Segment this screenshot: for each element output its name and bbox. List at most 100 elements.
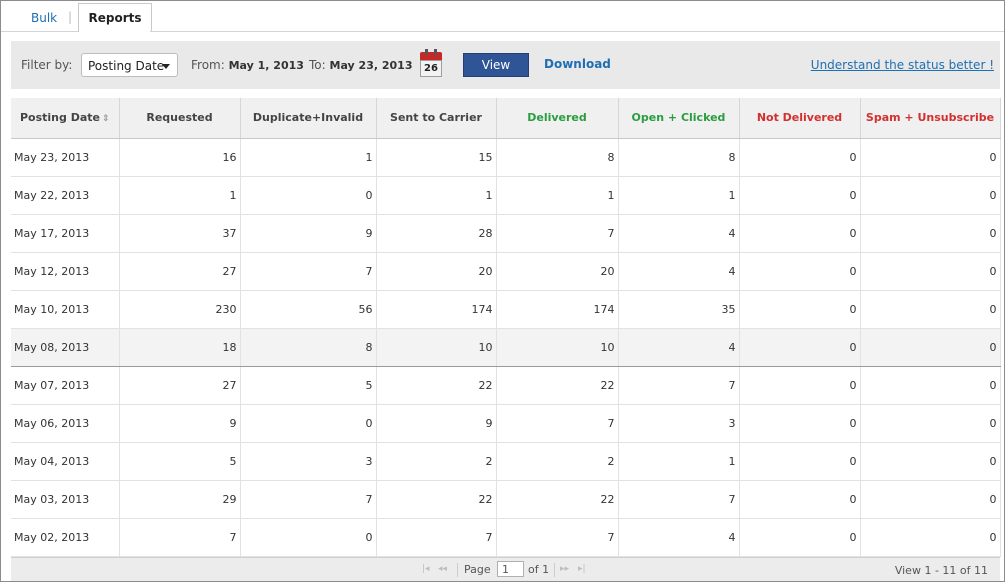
table-row[interactable]: May 06, 2013 9 0 9 7 3 0 0 (11, 404, 1001, 443)
col-duplicate-invalid[interactable]: Duplicate+Invalid (240, 98, 377, 139)
from-value: May 1, 2013 (228, 59, 304, 72)
cell-value: 7 (376, 518, 497, 557)
from-label: From: (191, 58, 225, 72)
cell-value: 0 (240, 404, 377, 443)
cell-value: 7 (496, 404, 619, 443)
first-page-icon[interactable]: |◂ (422, 564, 430, 574)
filter-label: Filter by: (21, 58, 73, 72)
cell-value: 7 (618, 480, 740, 519)
cell-value: 0 (860, 290, 1001, 329)
cell-value: 0 (860, 366, 1001, 405)
cell-value: 15 (376, 138, 497, 177)
last-page-icon[interactable]: ▸| (578, 564, 586, 574)
cell-date: May 23, 2013 (11, 138, 120, 177)
table-row[interactable]: May 08, 2013 18 8 10 10 4 0 0 (11, 328, 1001, 367)
tab-separator: | (68, 10, 73, 24)
cell-value: 7 (496, 518, 619, 557)
tab-bar: Bulk | Reports (1, 1, 1004, 32)
filter-select[interactable]: Posting Date (81, 53, 178, 77)
from-date: From: May 1, 2013 (191, 58, 304, 72)
col-open-clicked[interactable]: Open + Clicked (618, 98, 740, 139)
cell-value: 0 (739, 290, 861, 329)
cell-value: 0 (739, 366, 861, 405)
table-row[interactable]: May 10, 2013 230 56 174 174 35 0 0 (11, 290, 1001, 329)
cell-value: 0 (860, 480, 1001, 519)
cell-value: 7 (496, 214, 619, 253)
cell-value: 10 (496, 328, 619, 367)
cell-value: 20 (496, 252, 619, 291)
calendar-day: 26 (420, 60, 442, 77)
cell-value: 0 (739, 480, 861, 519)
cell-value: 20 (376, 252, 497, 291)
cell-value: 0 (739, 328, 861, 367)
table-row[interactable]: May 03, 2013 29 7 22 22 7 0 0 (11, 480, 1001, 519)
cell-value: 9 (119, 404, 241, 443)
col-sent-to-carrier[interactable]: Sent to Carrier (376, 98, 497, 139)
cell-value: 3 (240, 442, 377, 481)
pager-divider (457, 563, 458, 577)
tab-divider (1, 31, 78, 32)
cell-value: 10 (376, 328, 497, 367)
col-delivered[interactable]: Delivered (496, 98, 619, 139)
help-link[interactable]: Understand the status better ! (811, 58, 994, 72)
cell-date: May 04, 2013 (11, 442, 120, 481)
tab-reports[interactable]: Reports (78, 3, 152, 32)
col-spam-unsubscribe[interactable]: Spam + Unsubscribe (860, 98, 1001, 139)
view-button[interactable]: View (463, 53, 529, 77)
cell-value: 230 (119, 290, 241, 329)
table-row[interactable]: May 02, 2013 7 0 7 7 4 0 0 (11, 518, 1001, 557)
cell-value: 1 (240, 138, 377, 177)
calendar-icon[interactable]: 26 (420, 49, 442, 77)
cell-value: 8 (496, 138, 619, 177)
page-label: Page (464, 563, 491, 576)
cell-value: 4 (618, 328, 740, 367)
cell-value: 0 (739, 252, 861, 291)
prev-page-icon[interactable]: ◂◂ (438, 564, 447, 574)
cell-value: 174 (376, 290, 497, 329)
cell-value: 0 (860, 176, 1001, 215)
table-row[interactable]: May 04, 2013 5 3 2 2 1 0 0 (11, 442, 1001, 481)
cell-value: 27 (119, 252, 241, 291)
cell-value: 37 (119, 214, 241, 253)
sort-icon[interactable]: ⇕ (102, 114, 110, 124)
cell-value: 8 (240, 328, 377, 367)
cell-value: 0 (739, 404, 861, 443)
page-input[interactable]: 1 (497, 561, 524, 577)
cell-value: 0 (860, 138, 1001, 177)
tab-bulk[interactable]: Bulk (31, 11, 57, 25)
to-label: To: (309, 58, 326, 72)
cell-date: May 10, 2013 (11, 290, 120, 329)
cell-value: 0 (739, 176, 861, 215)
cell-value: 174 (496, 290, 619, 329)
filter-select-value: Posting Date (88, 59, 165, 73)
cell-date: May 08, 2013 (11, 328, 120, 367)
cell-value: 9 (376, 404, 497, 443)
cell-value: 9 (240, 214, 377, 253)
download-link[interactable]: Download (544, 57, 611, 71)
cell-value: 1 (618, 176, 740, 215)
table-row[interactable]: May 17, 2013 37 9 28 7 4 0 0 (11, 214, 1001, 253)
table-row[interactable]: May 12, 2013 27 7 20 20 4 0 0 (11, 252, 1001, 291)
reports-panel: Bulk | Reports Filter by: Posting Date F… (0, 0, 1005, 582)
cell-value: 29 (119, 480, 241, 519)
cell-value: 1 (376, 176, 497, 215)
cell-date: May 02, 2013 (11, 518, 120, 557)
col-posting-date[interactable]: Posting Date ⇕ (11, 98, 120, 139)
table-row[interactable]: May 07, 2013 27 5 22 22 7 0 0 (11, 366, 1001, 405)
cell-value: 4 (618, 214, 740, 253)
cell-value: 18 (119, 328, 241, 367)
cell-value: 0 (739, 214, 861, 253)
next-page-icon[interactable]: ▸▸ (560, 564, 569, 574)
cell-value: 1 (618, 442, 740, 481)
cell-value: 7 (240, 480, 377, 519)
table-row[interactable]: May 23, 2013 16 1 15 8 8 0 0 (11, 138, 1001, 177)
cell-value: 0 (860, 328, 1001, 367)
cell-value: 8 (618, 138, 740, 177)
table-row[interactable]: May 22, 2013 1 0 1 1 1 0 0 (11, 176, 1001, 215)
cell-value: 35 (618, 290, 740, 329)
cell-value: 0 (739, 138, 861, 177)
cell-date: May 17, 2013 (11, 214, 120, 253)
cell-date: May 07, 2013 (11, 366, 120, 405)
col-requested[interactable]: Requested (119, 98, 241, 139)
col-not-delivered[interactable]: Not Delivered (739, 98, 861, 139)
